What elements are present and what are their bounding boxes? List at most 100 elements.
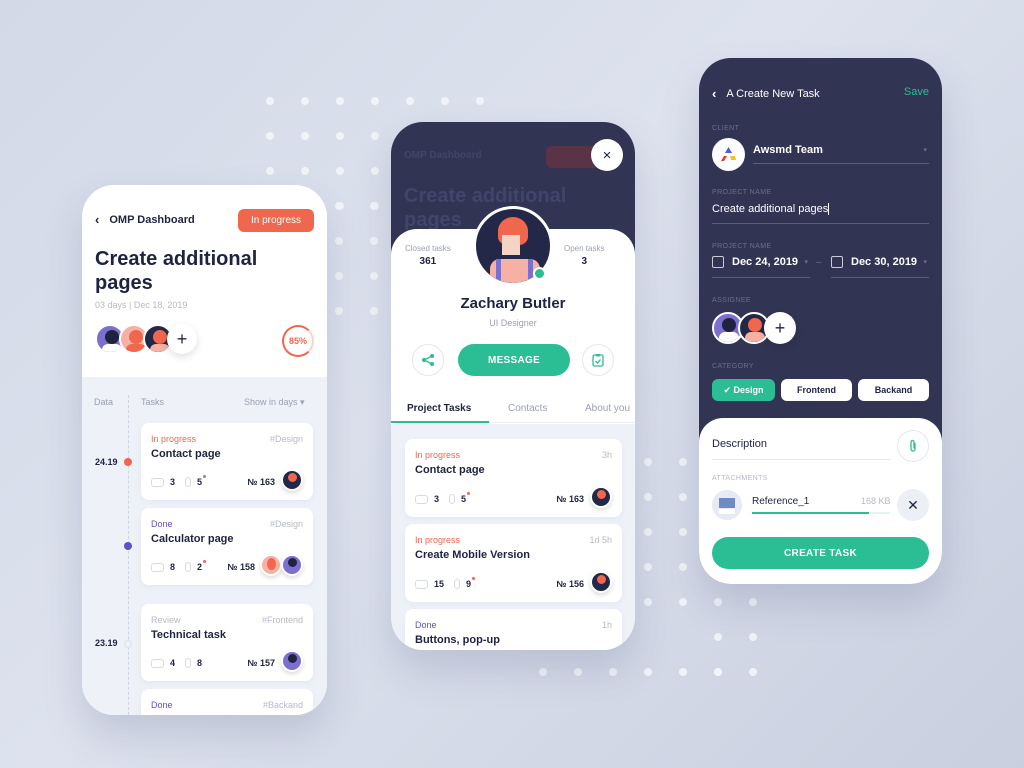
attachment-count: 9 [466,577,476,589]
task-number: № 157 [247,658,275,668]
paperclip-icon [185,477,192,487]
column-header-tasks: Tasks [141,397,165,407]
attach-button[interactable] [897,430,929,462]
background-dot [644,458,652,466]
chevron-left-icon: ‹ [95,212,100,227]
subtitle: 03 days | Dec 18, 2019 [95,300,188,310]
end-date-picker[interactable]: Dec 30, 2019 ▾ [831,256,929,278]
background-dot [749,633,757,641]
background-dot [406,97,414,105]
check-icon: ✔ [723,384,734,395]
assignee-avatars: + [712,312,796,344]
create-task-button[interactable]: CREATE TASK [712,537,929,569]
task-name: Buttons, pop-up [415,634,500,646]
comment-count: 3 [434,494,440,504]
tab-project-tasks[interactable]: Project Tasks [407,403,471,414]
avatar[interactable] [281,650,303,672]
category-chip-frontend[interactable]: Frontend [781,379,852,401]
task-card[interactable]: Done #Backand [141,689,313,715]
screen-title: A Create New Task [726,87,820,100]
background-dot [539,668,547,676]
task-time: 1h [601,620,612,630]
open-tasks-label: Open tasks [564,244,605,253]
background-dot [749,598,757,606]
remove-attachment-button[interactable]: ✕ [897,489,929,521]
timeline-dot-in-progress [124,458,132,466]
date-separator: – [816,257,822,268]
background-dot [679,668,687,676]
background-dot [371,132,379,140]
task-name: Create Mobile Version [415,549,530,561]
task-card[interactable]: In progress 3h Contact page 3 5 № 163 [405,439,622,517]
task-card[interactable]: Done #Design Calculator page 8 2 № 158 [141,508,313,585]
message-button[interactable]: MESSAGE [458,344,570,376]
create-task-screen: ‹ A Create New Task Save CLIENT Awsmd Te… [699,58,942,584]
timeline-line [128,395,129,715]
attachment-count: 2 [197,560,207,572]
open-tasks-value: 3 [581,256,588,267]
project-name-value: Create additional pages [712,203,829,215]
comment-icon [415,579,428,589]
tab-about-you[interactable]: About you [585,403,630,414]
task-card[interactable]: Review #Frontend Technical task 4 8 № 157 [141,604,313,681]
project-name-input[interactable]: Create additional pages [712,203,929,224]
task-name: Calculator page [151,533,234,545]
description-input[interactable]: Description [712,438,890,460]
avatar[interactable] [281,554,303,576]
dashboard-screen: ‹ OMP Dashboard In progress Create addit… [82,185,327,715]
task-card[interactable]: Done 1h Buttons, pop-up [405,609,622,650]
background-dot [266,167,274,175]
add-assignee-button[interactable]: + [167,324,197,354]
caret-down-icon: ▾ [804,259,808,266]
share-icon [422,354,434,366]
closed-tasks-label: Closed tasks [405,244,451,253]
background-dot [336,97,344,105]
task-status: In progress [415,535,461,545]
attachments-label: ATTACHMENTS [712,475,768,482]
comment-icon [415,494,428,504]
avatar[interactable] [260,554,282,576]
comment-icon [151,658,164,668]
project-task-list: In progress 3h Contact page 3 5 № 163 In … [391,424,635,650]
category-chip-design[interactable]: ✔ Design [712,379,775,401]
background-dot [335,237,343,245]
caret-down-icon: ▾ [923,259,927,266]
background-dot [335,202,343,210]
back-nav[interactable]: ‹ OMP Dashboard [95,212,195,227]
caret-down-icon: ▾ [923,147,927,154]
background-dot [301,97,309,105]
close-icon: ✕ [907,496,919,513]
task-tag: #Design [269,434,303,444]
avatar[interactable] [590,486,612,508]
category-chip-backand[interactable]: Backand [858,379,929,401]
background-dot [370,307,378,315]
closed-tasks-value: 361 [419,256,437,267]
text-cursor [828,203,830,216]
task-number: № 158 [227,562,255,572]
avatar[interactable] [281,469,303,491]
show-in-days-dropdown[interactable]: Show in days ▾ [244,397,305,408]
upload-progress-fill [752,512,870,514]
client-select[interactable]: Awsmd Team ▾ [753,144,929,164]
client-label: CLIENT [712,125,740,132]
task-number: № 156 [556,579,584,589]
assignee-avatars: + [95,324,197,354]
start-date-picker[interactable]: Dec 24, 2019 ▾ [712,256,810,278]
tab-contacts[interactable]: Contacts [508,403,547,414]
share-button[interactable] [412,344,444,376]
close-icon: × [602,146,612,164]
task-card[interactable]: In progress 1d 5h Create Mobile Version … [405,524,622,602]
status-badge[interactable]: In progress [238,209,314,232]
task-card[interactable]: In progress #Design Contact page 3 5 № 16… [141,423,313,500]
clipboard-button[interactable] [582,344,614,376]
save-button[interactable]: Save [904,86,929,98]
close-button[interactable]: × [591,139,623,171]
add-assignee-button[interactable]: + [764,312,796,344]
paperclip-icon [454,579,461,589]
back-nav[interactable]: ‹ A Create New Task [712,86,820,101]
comment-icon [151,562,164,572]
background-dot [714,598,722,606]
task-status: In progress [151,434,197,444]
paperclip-icon [185,562,192,572]
avatar[interactable] [590,571,612,593]
